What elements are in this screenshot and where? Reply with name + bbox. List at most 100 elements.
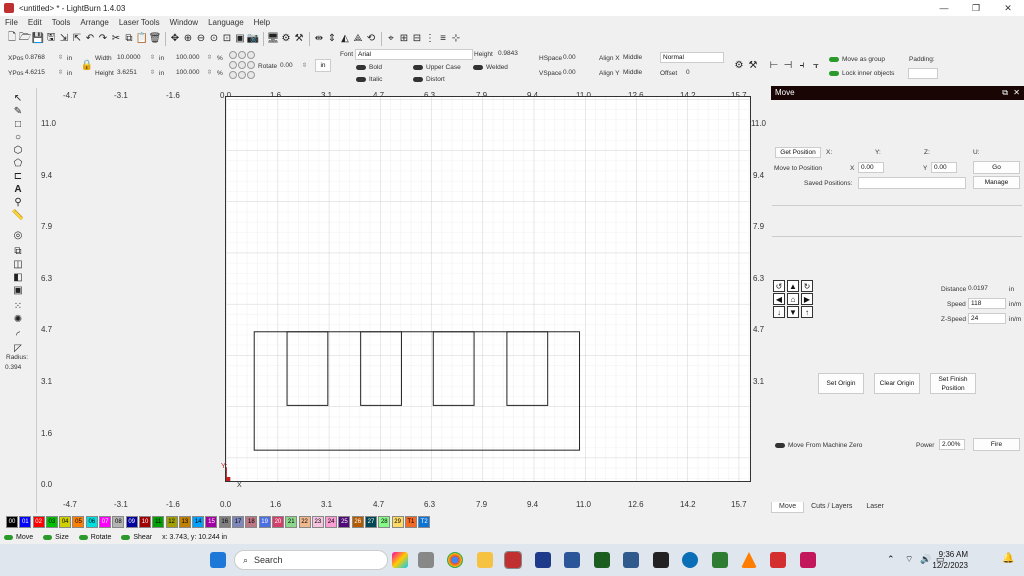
boolean-union-icon[interactable]: ◫ <box>12 258 24 270</box>
color-swatch-t1[interactable]: T1 <box>404 515 417 528</box>
optimize-icon[interactable]: ⚙ <box>733 59 745 71</box>
status-shear-toggle[interactable]: Shear <box>121 534 152 541</box>
scale-height-field[interactable]: 100.000 <box>176 68 200 78</box>
taskbar-search[interactable]: ⌕ Search <box>234 550 388 570</box>
hspace-field[interactable]: 0.00 <box>563 53 576 63</box>
z-up-icon[interactable]: ↑ <box>801 306 813 318</box>
status-rotate-toggle[interactable]: Rotate <box>78 534 111 541</box>
export-icon[interactable]: ⇱ <box>71 33 83 45</box>
monitor-icon[interactable]: 🖥 <box>267 33 280 45</box>
status-size-toggle[interactable]: Size <box>43 534 69 541</box>
move-x-field[interactable]: 0.00 <box>858 162 884 173</box>
flip-vertical-icon[interactable]: ⇕ <box>326 33 338 45</box>
distribute-icon[interactable]: ⋮ <box>424 33 436 45</box>
z-down-icon[interactable]: ↓ <box>773 306 785 318</box>
color-swatch-22[interactable]: 22 <box>298 515 311 528</box>
rotate-spinner-icon[interactable]: ⇳ <box>302 62 307 69</box>
units-toggle-button[interactable]: in <box>315 59 331 72</box>
app-icon-9[interactable] <box>800 552 816 568</box>
padding-field[interactable] <box>908 68 938 79</box>
offset-field[interactable]: 0 <box>686 68 690 78</box>
color-swatch-26[interactable]: 26 <box>351 515 364 528</box>
marker-icon[interactable]: ⚲ <box>12 196 24 208</box>
file-explorer-icon[interactable] <box>477 552 493 568</box>
open-file-icon[interactable]: 🗁 <box>19 32 31 45</box>
corner-rounding-icon[interactable]: ◜ <box>12 329 24 341</box>
width-spinner-icon[interactable]: ⇳ <box>150 54 155 61</box>
text-icon[interactable]: A <box>12 183 24 195</box>
color-swatch-14[interactable]: 14 <box>192 515 205 528</box>
color-swatch-19[interactable]: 19 <box>258 515 271 528</box>
fire-button[interactable]: Fire <box>973 438 1020 451</box>
align-left-icon[interactable]: ⊢ <box>768 59 780 71</box>
color-swatch-24[interactable]: 24 <box>325 515 338 528</box>
jog-up-icon[interactable]: ▲ <box>787 280 799 292</box>
task-view-icon[interactable] <box>418 552 434 568</box>
volume-icon[interactable]: 🔊 <box>920 554 931 565</box>
lightburn-taskbar-icon[interactable] <box>504 551 522 569</box>
origin-selector-row2[interactable] <box>229 61 255 69</box>
vlc-icon[interactable] <box>741 552 757 568</box>
menu-language[interactable]: Language <box>203 18 249 27</box>
app-icon-5[interactable] <box>653 552 669 568</box>
frame-icon[interactable]: ▣ <box>234 33 246 45</box>
manage-button[interactable]: Manage <box>973 176 1020 189</box>
color-swatch-t2[interactable]: T2 <box>418 515 431 528</box>
color-swatch-03[interactable]: 03 <box>45 515 58 528</box>
color-swatch-02[interactable]: 02 <box>32 515 45 528</box>
color-swatch-27[interactable]: 27 <box>365 515 378 528</box>
color-swatch-23[interactable]: 23 <box>311 515 324 528</box>
lock-icon[interactable]: 🔒 <box>81 59 93 71</box>
position-laser-icon[interactable]: ⊏ <box>12 170 24 182</box>
zoom-in-icon[interactable]: ⊕ <box>182 33 194 45</box>
dock-icon[interactable]: ⊹ <box>450 33 462 45</box>
group-icon[interactable]: ⊞ <box>398 33 410 45</box>
color-swatch-05[interactable]: 05 <box>72 515 85 528</box>
app-icon-8[interactable] <box>770 552 786 568</box>
xpos-spinner-icon[interactable]: ⇳ <box>58 54 63 61</box>
save-as-icon[interactable]: 🖫 <box>45 32 57 45</box>
origin-selector[interactable] <box>229 51 255 59</box>
menu-help[interactable]: Help <box>249 18 275 27</box>
new-file-icon[interactable]: 🗋 <box>6 32 18 45</box>
zoom-out-icon[interactable]: ⊖ <box>195 33 207 45</box>
jog-down-icon[interactable]: ▼ <box>787 306 799 318</box>
tab-move[interactable]: Move <box>771 502 805 513</box>
color-swatch-18[interactable]: 18 <box>245 515 258 528</box>
move-y-field[interactable]: 0.00 <box>931 162 957 173</box>
height-field[interactable]: 3.6251 <box>117 68 137 78</box>
tray-chevron-icon[interactable]: ⌃ <box>887 554 895 565</box>
settings-icon[interactable]: ⚙ <box>280 33 292 45</box>
grid-array-icon[interactable]: ⁙ <box>12 300 24 312</box>
draw-lines-icon[interactable]: ⬠ <box>12 157 24 169</box>
camera-icon[interactable]: 📷 <box>247 33 259 45</box>
font-select[interactable]: Arial <box>355 49 473 60</box>
copy-icon[interactable]: ⧉ <box>123 33 135 45</box>
align-center-icon[interactable]: ⌖ <box>385 33 397 45</box>
distance-field[interactable]: 0.0197 <box>968 284 988 294</box>
color-swatch-11[interactable]: 11 <box>152 515 165 528</box>
radius-field[interactable]: 0.394 <box>5 364 21 371</box>
edit-nodes-icon[interactable]: ✎ <box>12 105 24 117</box>
mirror-across-icon[interactable]: ⟁ <box>352 33 364 45</box>
jog-left-icon[interactable]: ◀ <box>773 293 785 305</box>
power-field[interactable]: 2.00% <box>939 439 965 450</box>
machine-settings-icon[interactable]: ⚒ <box>293 33 305 45</box>
boolean-subtract-icon[interactable]: ◧ <box>12 271 24 283</box>
chrome-icon[interactable] <box>447 552 463 568</box>
tab-cuts-layers[interactable]: Cuts / Layers <box>804 502 859 513</box>
undo-icon[interactable]: ↶ <box>84 33 96 45</box>
menu-arrange[interactable]: Arrange <box>75 18 113 27</box>
ypos-field[interactable]: 4.6215 <box>25 68 45 78</box>
color-swatch-10[interactable]: 10 <box>138 515 151 528</box>
menu-tools[interactable]: Tools <box>47 18 76 27</box>
rotate-icon[interactable]: ⟲ <box>365 33 377 45</box>
color-swatch-07[interactable]: 07 <box>99 515 112 528</box>
polygon-icon[interactable]: ⬡ <box>12 144 24 156</box>
color-swatch-00[interactable]: 00 <box>6 515 18 528</box>
color-swatch-25[interactable]: 25 <box>338 515 351 528</box>
width-field[interactable]: 10.0000 <box>117 53 141 63</box>
delete-icon[interactable]: 🗑 <box>149 33 162 45</box>
system-clock[interactable]: 9:36 AM 12/2/2023 <box>932 549 968 571</box>
boolean-intersect-icon[interactable]: ▣ <box>12 284 24 296</box>
